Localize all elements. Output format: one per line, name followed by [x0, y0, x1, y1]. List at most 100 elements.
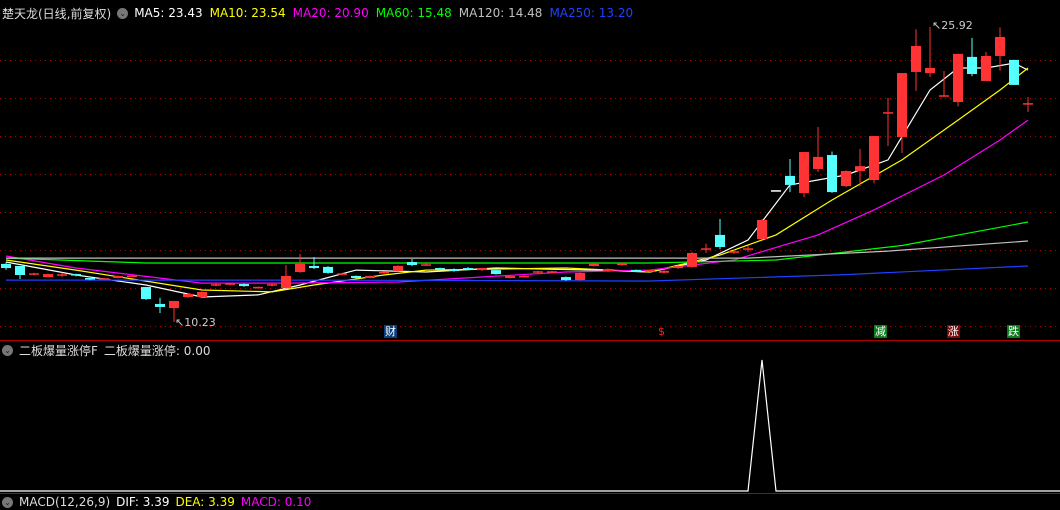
ma-legend-item: MA10: 23.54: [209, 6, 286, 20]
candle: [631, 269, 641, 273]
candle-body: [841, 171, 851, 187]
ma-legend-item: MA20: 20.90: [292, 6, 369, 20]
candle: [827, 151, 837, 193]
macd-legend-item: DEA: 3.39: [175, 495, 235, 509]
candle: [323, 266, 333, 274]
candle: [757, 219, 767, 240]
candle: [1, 262, 11, 270]
candle-body: [309, 265, 319, 269]
ma-legend-item: MA250: 13.20: [549, 6, 634, 20]
candle-body: [113, 275, 123, 279]
signal-marker[interactable]: 减: [874, 325, 887, 338]
main-legend: 楚天龙(日线,前复权) ⌄ MA5: 23.43 MA10: 23.54 MA20:…: [2, 5, 633, 21]
macd-name[interactable]: MACD(12,26,9): [19, 495, 110, 509]
candle: [379, 271, 389, 274]
candle: [253, 286, 263, 289]
candle: [981, 51, 991, 81]
candle: [239, 283, 249, 287]
ma-legend-item: MA120: 14.48: [458, 6, 543, 20]
ma-legend-items: MA5: 23.43 MA10: 23.54 MA20: 20.90 MA60: 15…: [134, 6, 633, 20]
candle-body: [855, 166, 865, 172]
ma-legend-item: MA5: 23.43: [134, 6, 203, 20]
candle-body: [589, 263, 599, 266]
candle: [995, 27, 1005, 71]
candle-body: [281, 275, 291, 288]
candle: [211, 283, 221, 287]
chevron-down-icon[interactable]: ⌄: [2, 496, 13, 508]
candle: [183, 293, 193, 299]
candle-body: [295, 263, 305, 272]
candle-body: [715, 234, 725, 247]
stock-title[interactable]: 楚天龙(日线,前复权): [2, 5, 111, 22]
candle: [575, 272, 585, 281]
candle: [561, 276, 571, 281]
candle-body: [561, 277, 571, 281]
candle-body: [407, 262, 417, 266]
candle-body: [659, 270, 669, 273]
candle-body: [183, 293, 193, 297]
candle-body: [953, 53, 963, 103]
moving-average-lines: [5, 62, 1029, 298]
signal-marker[interactable]: 跌: [1007, 325, 1020, 338]
signal-marker[interactable]: $: [657, 325, 666, 338]
candle-body: [393, 265, 403, 272]
candle: [365, 275, 375, 279]
candle: [645, 269, 655, 273]
candle: [421, 263, 431, 267]
candle: [1009, 59, 1019, 85]
candle-body: [827, 155, 837, 193]
candle: [589, 263, 599, 267]
candle: [29, 272, 39, 276]
low-price-label: ↖10.23: [175, 316, 216, 329]
candle: [1023, 96, 1033, 112]
candle: [407, 259, 417, 267]
candle: [659, 270, 669, 274]
chevron-down-icon[interactable]: ⌄: [2, 344, 13, 356]
candle: [113, 275, 123, 279]
candle-body: [757, 219, 767, 240]
candle-body: [897, 73, 907, 137]
candle-body: [785, 175, 795, 185]
candle: [841, 170, 851, 188]
candle: [505, 275, 515, 279]
candle-body: [617, 262, 627, 266]
signal-marker[interactable]: 涨: [946, 325, 960, 338]
candle-body: [631, 269, 641, 272]
candle: [729, 249, 739, 254]
candle-body: [911, 45, 921, 72]
candle-body: [491, 270, 501, 275]
candle-body: [449, 268, 459, 272]
candle-body: [141, 287, 151, 300]
candle-body: [463, 268, 473, 270]
candle-body: [197, 291, 207, 297]
candle-body: [43, 274, 53, 278]
macd-legend: ⌄ MACD(12,26,9) DIF: 3.39 DEA: 3.39 MACD: …: [2, 494, 311, 510]
candle: [519, 275, 529, 278]
candle: [813, 127, 823, 172]
candle-body: [323, 266, 333, 273]
candle: [43, 273, 53, 278]
candle: [491, 269, 501, 275]
chevron-down-icon[interactable]: ⌄: [117, 7, 129, 19]
indicator-legend: ⌄ 二板爆量涨停F 二板爆量涨停: 0.00: [2, 342, 210, 358]
kline-chart[interactable]: [0, 0, 1060, 502]
candle-body: [519, 275, 529, 278]
candle-body: [239, 284, 249, 287]
macd-legend-item: DIF: 3.39: [116, 495, 170, 509]
candle: [267, 283, 277, 287]
signal-marker[interactable]: 财: [384, 325, 397, 338]
candle: [883, 97, 893, 147]
candle: [15, 265, 25, 279]
high-price-label: ↖25.92: [932, 19, 973, 32]
candle-body: [379, 271, 389, 274]
candle: [715, 218, 725, 250]
candle-body: [673, 266, 683, 269]
indicator-name[interactable]: 二板爆量涨停F: [19, 342, 98, 359]
candle-body: [85, 278, 95, 280]
candle-body: [799, 152, 809, 194]
candle-body: [351, 275, 361, 279]
candle: [449, 268, 459, 272]
ma-line-ma5: [5, 62, 1029, 298]
candle-body: [575, 272, 585, 281]
candle: [155, 297, 165, 313]
